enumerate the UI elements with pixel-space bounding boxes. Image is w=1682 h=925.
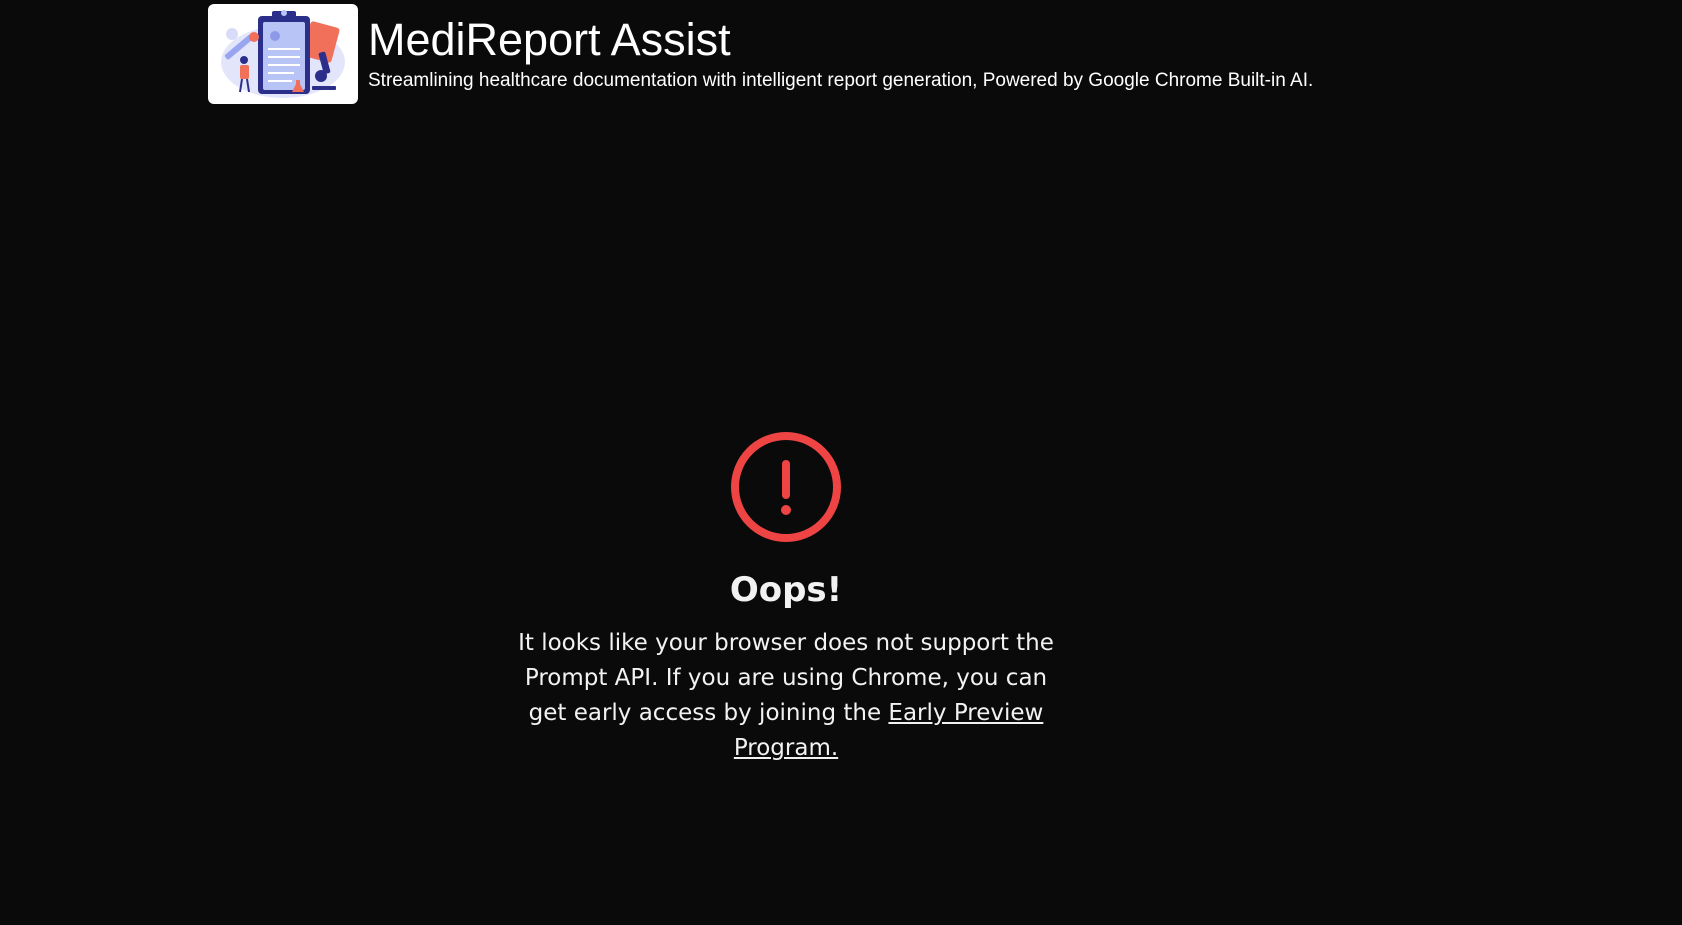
- unsupported-browser-panel: Oops! It looks like your browser does no…: [500, 430, 1072, 766]
- error-heading: Oops!: [729, 570, 843, 610]
- app-header: MediReport Assist Streamlining healthcar…: [208, 4, 1313, 104]
- app-subtitle: Streamlining healthcare documentation wi…: [368, 70, 1314, 91]
- error-message: It looks like your browser does not supp…: [506, 626, 1066, 766]
- app-logo: [208, 4, 358, 104]
- alert-circle-icon: [731, 432, 841, 542]
- header-titles: MediReport Assist Streamlining healthcar…: [368, 4, 1313, 93]
- app-title: MediReport Assist: [368, 14, 731, 65]
